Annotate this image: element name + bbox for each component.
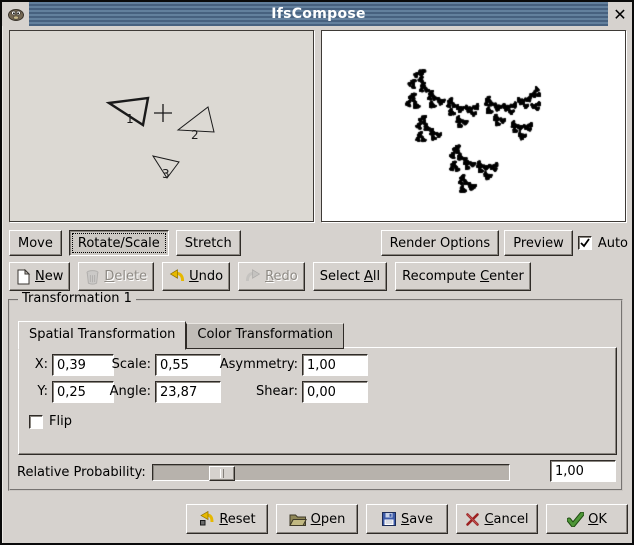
- titlebar-stripes[interactable]: IfsCompose: [29, 2, 608, 26]
- transformation-frame: Transformation 1 Spatial Transformation …: [8, 299, 623, 491]
- spatial-transformation-page: X: Scale: Asymmetry: Y: Angle: Shear: Fl…: [18, 347, 617, 455]
- tab-spatial-transformation[interactable]: Spatial Transformation: [18, 321, 186, 350]
- auto-checkline: Auto: [578, 230, 628, 256]
- flip-label: Flip: [49, 414, 72, 429]
- select-all-button[interactable]: Select All: [313, 262, 387, 291]
- render-group: Render Options Preview Auto: [381, 230, 628, 256]
- transformation-tabs: Spatial Transformation Color Transformat…: [18, 321, 344, 349]
- flip-checkbox[interactable]: [29, 415, 43, 429]
- relative-probability-label: Relative Probability:: [17, 465, 146, 480]
- titlebar: IfsCompose ✕: [2, 2, 632, 26]
- design-area[interactable]: 1 2 3: [9, 30, 314, 222]
- asymmetry-field[interactable]: [302, 354, 368, 376]
- action-area: Reset Open Save Cancel: [186, 504, 628, 534]
- relative-probability-slider[interactable]: [152, 464, 510, 481]
- fractal-preview-area: [321, 30, 626, 222]
- relative-probability-field[interactable]: [550, 460, 616, 482]
- preview-button[interactable]: Preview: [504, 230, 573, 256]
- new-document-icon: [16, 269, 31, 285]
- transformation-frame-label: Transformation 1: [18, 291, 136, 306]
- close-icon[interactable]: ✕: [608, 2, 632, 26]
- asymmetry-label: Asymmetry:: [201, 357, 298, 372]
- stretch-button[interactable]: Stretch: [176, 230, 241, 256]
- shear-label: Shear:: [201, 384, 298, 399]
- delete-button[interactable]: Delete: [78, 262, 154, 291]
- move-button[interactable]: Move: [9, 230, 62, 256]
- ok-check-icon: [567, 512, 584, 527]
- revert-icon: [198, 511, 215, 528]
- cancel-x-icon: [465, 512, 480, 527]
- scale-label: Scale:: [81, 357, 151, 372]
- svg-text:1: 1: [126, 112, 134, 126]
- redo-arrow-icon: [245, 269, 261, 285]
- auto-label: Auto: [598, 236, 628, 251]
- y-label: Y:: [21, 384, 48, 399]
- open-button[interactable]: Open: [276, 504, 358, 534]
- design-svg: 1 2 3: [10, 31, 313, 221]
- edit-toolbar: New Delete Undo Redo Select All: [9, 262, 531, 291]
- redo-button[interactable]: Redo: [238, 262, 305, 291]
- wilber-icon: [7, 7, 25, 21]
- mode-group: Move Rotate/Scale Stretch: [9, 230, 241, 256]
- slider-handle[interactable]: [209, 466, 235, 481]
- save-button[interactable]: Save: [366, 504, 448, 534]
- window-title: IfsCompose: [271, 6, 366, 22]
- ifscompose-window: IfsCompose ✕ 1 2 3 Move Rotate/Scale Stret…: [0, 0, 634, 545]
- render-options-button[interactable]: Render Options: [381, 230, 500, 256]
- recompute-center-button[interactable]: Recompute Center: [395, 262, 531, 291]
- svg-text:2: 2: [191, 128, 199, 142]
- reset-button[interactable]: Reset: [186, 504, 268, 534]
- angle-label: Angle:: [81, 384, 151, 399]
- shear-field[interactable]: [302, 381, 368, 403]
- tab-color-transformation[interactable]: Color Transformation: [186, 323, 344, 349]
- window-menu-button[interactable]: [2, 2, 29, 26]
- preview-canvas: [322, 31, 623, 219]
- rotate-scale-button[interactable]: Rotate/Scale: [69, 230, 169, 256]
- open-folder-icon: [289, 512, 307, 527]
- auto-checkbox[interactable]: [578, 236, 592, 250]
- undo-button[interactable]: Undo: [162, 262, 230, 291]
- mode-toolbar: Move Rotate/Scale Stretch Render Options…: [9, 230, 628, 256]
- trash-icon: [85, 269, 100, 285]
- flip-checkline: Flip: [29, 414, 72, 429]
- undo-arrow-icon: [169, 269, 185, 285]
- x-label: X:: [21, 357, 48, 372]
- svg-text:3: 3: [162, 167, 170, 181]
- new-button[interactable]: New: [9, 262, 70, 291]
- check-icon: [580, 238, 590, 248]
- cancel-button[interactable]: Cancel: [456, 504, 538, 534]
- floppy-save-icon: [381, 511, 397, 527]
- ok-button[interactable]: OK: [546, 504, 628, 534]
